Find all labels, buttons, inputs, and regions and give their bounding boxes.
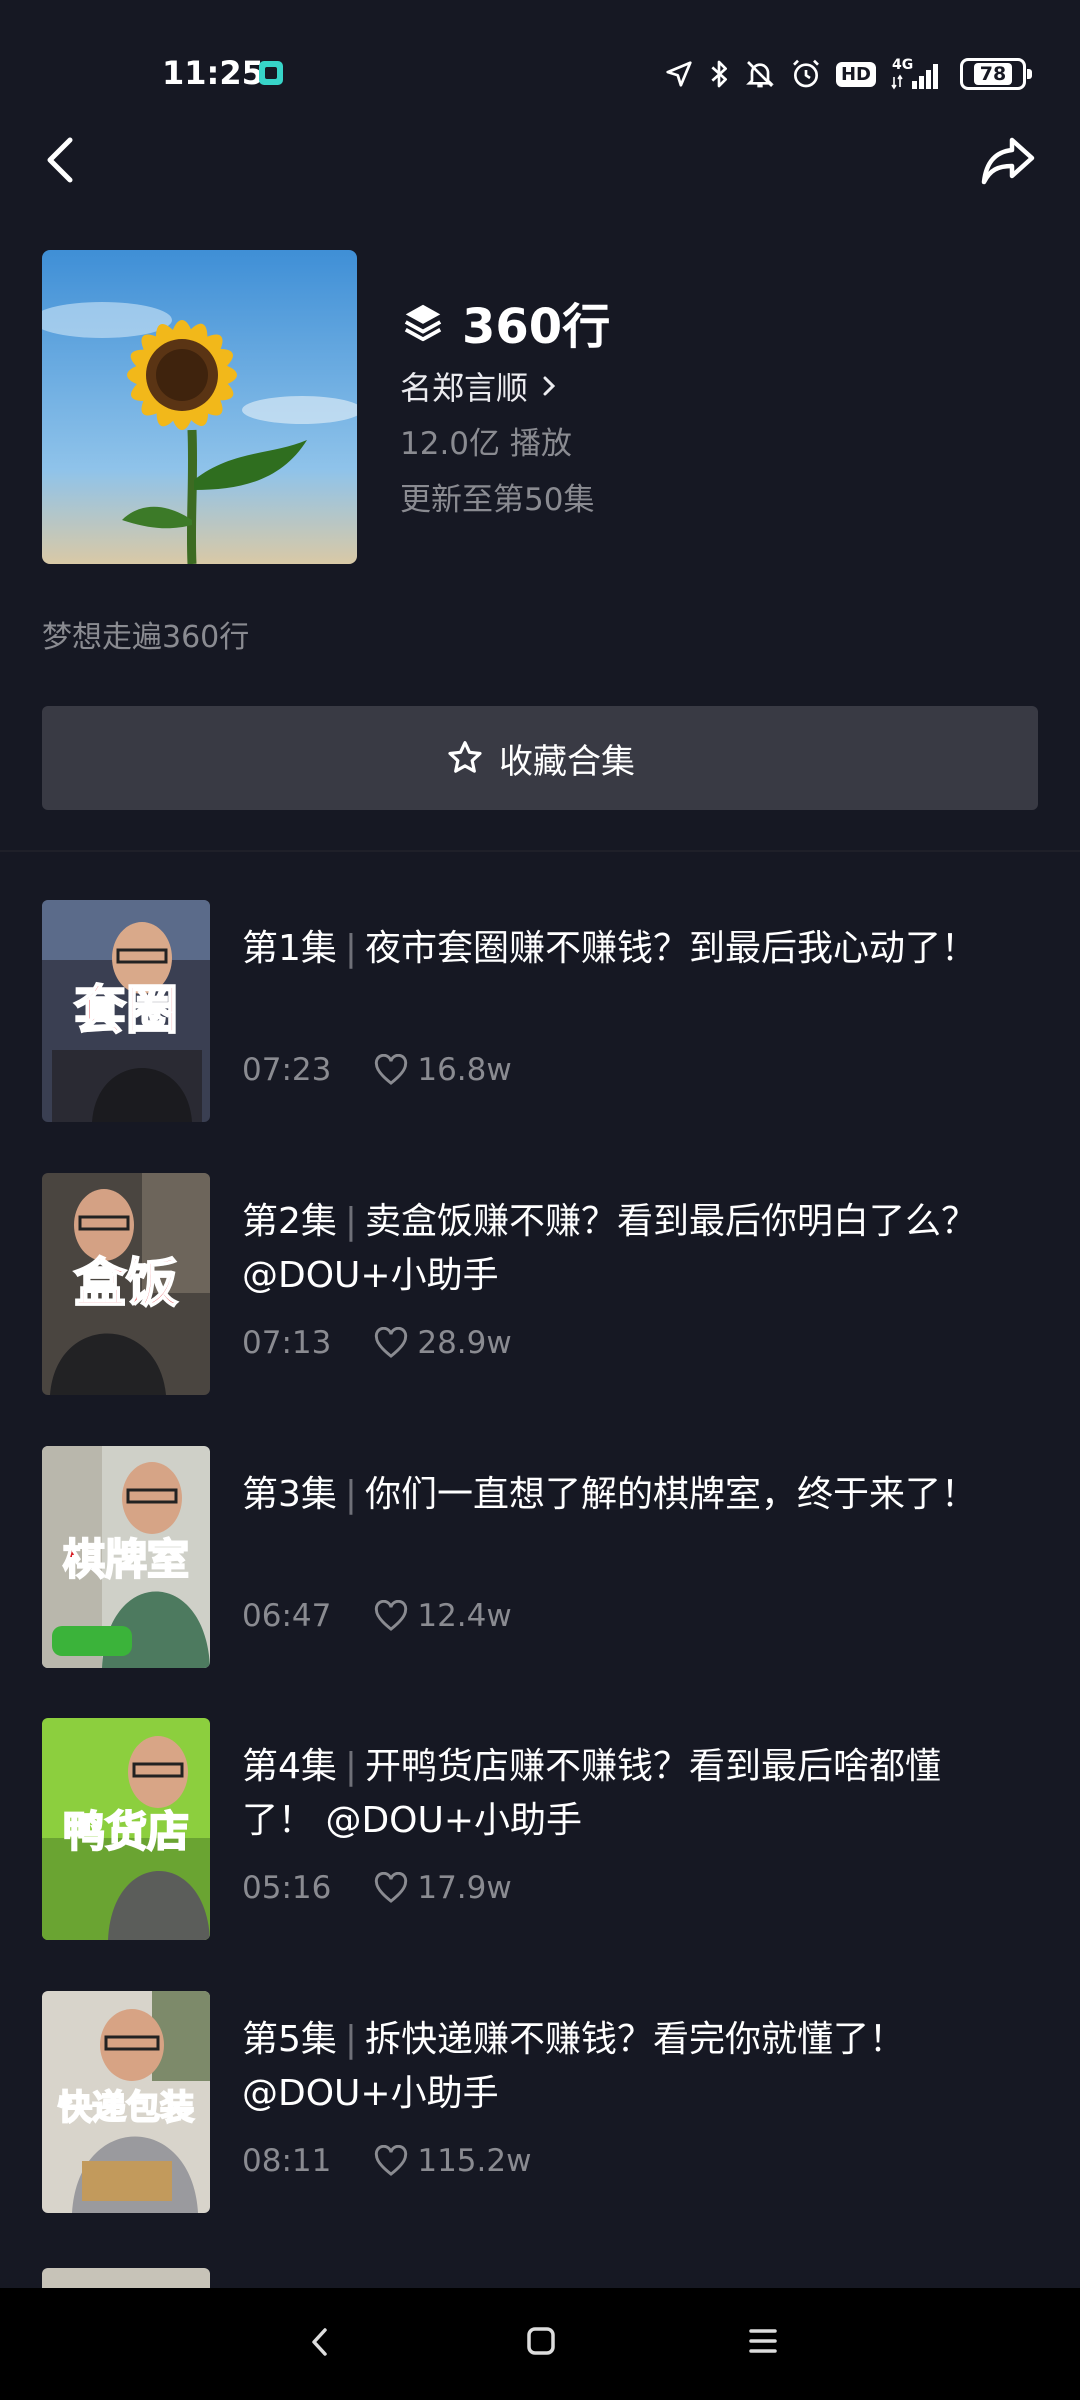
- like-count: 28.9w: [417, 1325, 512, 1361]
- heart-icon: [375, 1872, 408, 1903]
- episode-duration: 07:23: [242, 1052, 332, 1088]
- episode-meta: 08:11 115.2w: [242, 2143, 531, 2179]
- star-icon: [448, 741, 482, 773]
- heart-icon: [375, 1600, 408, 1631]
- menu-lines-icon: [749, 2329, 777, 2353]
- title-separator: |: [344, 1201, 358, 1242]
- bluetooth-icon: [711, 60, 727, 88]
- author-link[interactable]: 名郑言顺: [400, 364, 1040, 408]
- status-icons: HD 4G 78: [664, 56, 1032, 92]
- episode-duration: 08:11: [242, 2143, 332, 2179]
- chevron-left-icon: [312, 2328, 327, 2356]
- episode-title-text: 夜市套圈赚不赚钱？到最后我心动了！: [365, 928, 978, 969]
- episode-title: 第4集 | 开鸭货店赚不赚钱？看到最后啥都懂了！ @DOU+小助手: [242, 1740, 982, 1848]
- collection-description: 梦想走遍360行: [42, 620, 250, 655]
- episode-number: 第4集: [242, 1746, 337, 1787]
- system-navigation-bar: [0, 2288, 1080, 2400]
- episode-number: 第2集: [242, 1201, 337, 1242]
- thumbnail-caption: 套圈: [74, 981, 178, 1041]
- battery-icon: 78: [960, 58, 1032, 90]
- episode-likes: 17.9w: [373, 1870, 512, 1906]
- heart-icon: [375, 2145, 408, 2176]
- system-recents-button[interactable]: [748, 2326, 778, 2360]
- episode-title: 第1集 | 夜市套圈赚不赚钱？到最后我心动了！: [242, 922, 982, 976]
- episode-item[interactable]: 鸭货店 第4集 | 开鸭货店赚不赚钱？看到最后啥都懂了！ @DOU+小助手 05:1…: [0, 1718, 1080, 1940]
- share-arrow-icon: [981, 137, 1035, 185]
- episode-item[interactable]: 套圈 第1集 | 夜市套圈赚不赚钱？到最后我心动了！ 07:23 16.8w: [0, 900, 1080, 1122]
- episode-thumbnail: 快递包装: [42, 1991, 210, 2213]
- status-bar: 11:25 HD 4G 78: [0, 0, 1080, 130]
- title-separator: |: [344, 2019, 358, 2060]
- heart-icon: [375, 1054, 408, 1085]
- episode-duration: 07:13: [242, 1325, 332, 1361]
- alarm-icon: [793, 59, 819, 88]
- collection-info: 360行 名郑言顺 12.0亿 播放 更新至第50集: [400, 292, 1040, 520]
- thumbnail-caption: 盒饭: [74, 1254, 178, 1314]
- episode-likes: 12.4w: [373, 1598, 512, 1634]
- like-count: 115.2w: [417, 2143, 532, 2179]
- collect-button-label: 收藏合集: [499, 742, 635, 781]
- episode-likes: 28.9w: [373, 1325, 512, 1361]
- like-count: 16.8w: [417, 1052, 512, 1088]
- share-button[interactable]: [978, 130, 1038, 190]
- title-separator: |: [344, 1746, 358, 1787]
- signal-icon: 4G: [890, 57, 946, 91]
- status-time: 11:25: [162, 54, 264, 92]
- episode-title: 第2集 | 卖盒饭赚不赚？看到最后你明白了么？@DOU+小助手: [242, 1195, 982, 1303]
- episode-number: 第5集: [242, 2019, 337, 2060]
- episode-number: 第1集: [242, 928, 337, 969]
- episode-duration: 05:16: [242, 1870, 332, 1906]
- like-count: 12.4w: [417, 1598, 512, 1634]
- author-name: 名郑言顺: [400, 369, 529, 407]
- episode-thumbnail: 盒饭: [42, 1173, 210, 1395]
- heart-icon: [375, 1327, 408, 1358]
- collect-collection-button[interactable]: 收藏合集: [42, 706, 1038, 810]
- collection-title-row: 360行: [400, 292, 1040, 355]
- episode-thumbnail-partial: [42, 2268, 210, 2288]
- episode-likes: 115.2w: [373, 2143, 531, 2179]
- stack-layers-icon: [404, 304, 442, 342]
- back-button[interactable]: [38, 132, 88, 188]
- update-status: 更新至第50集: [400, 482, 595, 518]
- episode-likes: 16.8w: [373, 1052, 512, 1088]
- episode-title: 第5集 | 拆快递赚不赚钱？看完你就懂了！@DOU+小助手: [242, 2013, 982, 2121]
- thumbnail-caption: 棋牌室: [63, 1535, 189, 1584]
- square-home-icon: [527, 2327, 555, 2355]
- title-separator: |: [344, 1474, 358, 1515]
- battery-level: 78: [973, 63, 1013, 85]
- episode-meta: 07:13 28.9w: [242, 1325, 512, 1361]
- hd-voice-icon: HD: [835, 61, 876, 87]
- system-home-button[interactable]: [526, 2326, 556, 2360]
- thumbnail-caption: 鸭货店: [63, 1807, 189, 1856]
- episode-meta: 07:23 16.8w: [242, 1052, 512, 1088]
- episode-number: 第3集: [242, 1474, 337, 1515]
- episode-title: 第3集 | 你们一直想了解的棋牌室，终于来了！: [242, 1468, 982, 1522]
- episode-meta: 05:16 17.9w: [242, 1870, 512, 1906]
- collection-title: 360行: [462, 299, 611, 355]
- title-separator: |: [344, 928, 358, 969]
- section-divider: [0, 850, 1080, 852]
- thumbnail-caption: 快递包装: [58, 2088, 194, 2128]
- mute-bell-icon: [746, 61, 774, 88]
- location-icon: [666, 61, 692, 87]
- episode-duration: 06:47: [242, 1598, 332, 1634]
- episode-item[interactable]: 棋牌室 第3集 | 你们一直想了解的棋牌室，终于来了！ 06:47 12.4w: [0, 1446, 1080, 1668]
- episode-item[interactable]: 盒饭 第2集 | 卖盒饭赚不赚？看到最后你明白了么？@DOU+小助手 07:13 2…: [0, 1173, 1080, 1395]
- episode-thumbnail: 套圈: [42, 900, 210, 1122]
- like-count: 17.9w: [417, 1870, 512, 1906]
- episode-thumbnail: 鸭货店: [42, 1718, 210, 1940]
- play-count: 12.0亿 播放: [400, 426, 572, 462]
- collection-cover-image: [42, 250, 357, 564]
- episode-title-text: 拆快递赚不赚钱？看完你就懂了！@DOU+小助手: [242, 2019, 906, 2114]
- episode-item[interactable]: 快递包装 第5集 | 拆快递赚不赚钱？看完你就懂了！@DOU+小助手 08:11 1…: [0, 1991, 1080, 2213]
- chevron-left-icon: [47, 137, 73, 183]
- episode-title-text: 你们一直想了解的棋牌室，终于来了！: [365, 1474, 978, 1515]
- chevron-right-icon: [543, 376, 556, 396]
- app-notification-icon: [259, 61, 283, 85]
- system-back-button[interactable]: [306, 2324, 334, 2364]
- episode-thumbnail: 棋牌室: [42, 1446, 210, 1668]
- episode-meta: 06:47 12.4w: [242, 1598, 512, 1634]
